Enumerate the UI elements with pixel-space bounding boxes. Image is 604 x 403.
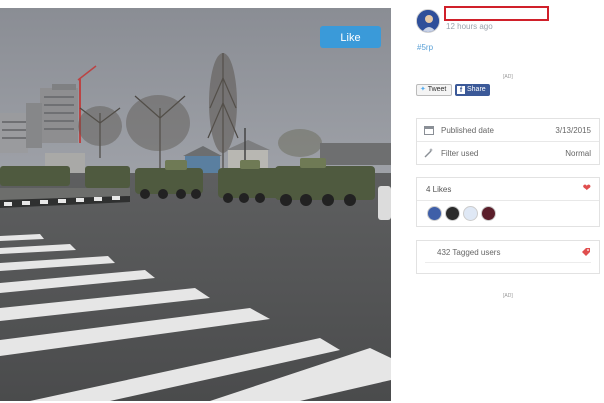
- filter-label: Filter used: [441, 149, 479, 158]
- redacted-username: [444, 6, 549, 21]
- post-photo[interactable]: Like: [0, 8, 391, 401]
- magic-wand-icon: [424, 148, 434, 158]
- heart-icon: ❤: [582, 183, 591, 194]
- twitter-icon: ✦: [420, 86, 426, 93]
- tagged-users-card: 432 Tagged users: [416, 240, 600, 274]
- filter-row: Filter used Normal: [417, 141, 599, 164]
- likers-list: [417, 201, 599, 226]
- street-scene-image: [0, 8, 391, 401]
- like-button[interactable]: Like: [320, 26, 381, 48]
- ad-label: [AD]: [503, 74, 513, 80]
- liker-avatar[interactable]: [427, 206, 442, 221]
- likes-count[interactable]: 4 Likes: [426, 185, 451, 194]
- hashtag-link[interactable]: #5rp: [417, 43, 433, 52]
- liker-avatar[interactable]: [445, 206, 460, 221]
- ad-label: [AD]: [503, 293, 513, 299]
- author-avatar-image: [417, 10, 439, 32]
- tagged-users-row[interactable]: 432 Tagged users: [417, 241, 599, 263]
- tweet-button[interactable]: ✦ Tweet: [416, 84, 452, 96]
- facebook-icon: f: [457, 86, 465, 94]
- post-details-card: Published date 3/13/2015 Filter used Nor…: [416, 118, 600, 165]
- post-time: 12 hours ago: [446, 22, 493, 31]
- tagged-users-count: 432 Tagged users: [437, 248, 501, 257]
- filter-value: Normal: [565, 149, 591, 158]
- published-date-label: Published date: [441, 126, 494, 135]
- likes-header: 4 Likes ❤: [417, 178, 599, 201]
- facebook-share-label: Share: [467, 86, 486, 93]
- liker-avatar[interactable]: [481, 206, 496, 221]
- calendar-icon: [424, 126, 434, 135]
- published-date-value: 3/13/2015: [555, 126, 591, 135]
- tag-icon: [582, 248, 590, 256]
- facebook-share-button[interactable]: f Share: [455, 84, 490, 96]
- likes-card: 4 Likes ❤: [416, 177, 600, 227]
- divider: [425, 262, 591, 263]
- published-date-row: Published date 3/13/2015: [417, 119, 599, 141]
- author-avatar[interactable]: [416, 9, 440, 33]
- tweet-label: Tweet: [427, 86, 447, 93]
- liker-avatar[interactable]: [463, 206, 478, 221]
